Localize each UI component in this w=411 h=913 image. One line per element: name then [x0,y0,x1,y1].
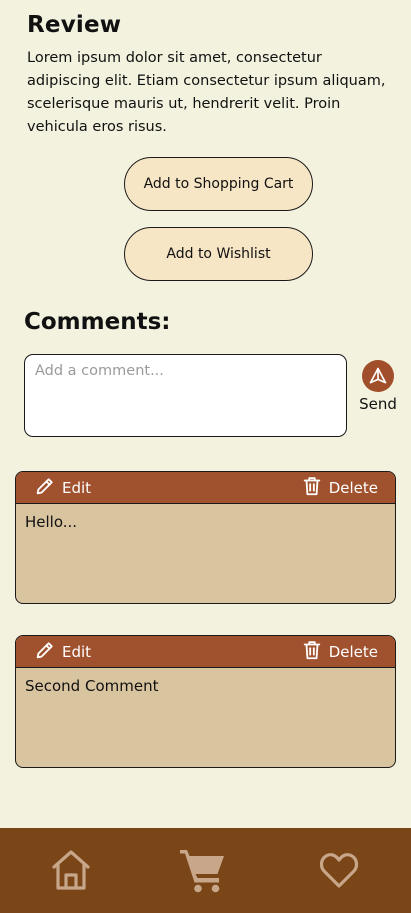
delete-label: Delete [328,642,378,661]
nav-cart-button[interactable] [178,844,228,894]
comment-text: Second Comment [25,677,159,695]
delete-comment-button[interactable]: Delete [301,475,378,501]
review-text: Lorem ipsum dolor sit amet, consectetur … [27,50,386,135]
edit-comment-button[interactable]: Edit [34,475,91,501]
comments-heading: Comments: [24,309,171,335]
nav-home-button[interactable] [49,848,93,892]
edit-comment-button[interactable]: Edit [34,639,91,665]
comment-card: Edit Delete Second Comment [15,635,396,768]
comment-card: Edit Delete Hello... [15,471,396,604]
comment-card-header: Edit Delete [16,636,395,668]
add-to-wishlist-button[interactable]: Add to Wishlist [124,227,313,281]
edit-label: Edit [62,478,92,497]
delete-label: Delete [328,478,378,497]
cart-icon [180,850,224,893]
trash-icon [301,475,323,501]
edit-label: Edit [62,642,92,661]
comment-card-header: Edit Delete [16,472,395,504]
product-review-screen: Review Lorem ipsum dolor sit amet, conse… [0,0,411,913]
heart-icon [319,853,359,888]
pencil-icon [34,639,56,665]
send-button[interactable]: Send [354,360,402,413]
send-label: Send [359,395,397,413]
comment-input[interactable] [24,354,347,437]
review-heading: Review [27,12,122,38]
add-to-cart-button[interactable]: Add to Shopping Cart [124,157,313,211]
nav-favorites-button[interactable] [318,849,360,891]
delete-comment-button[interactable]: Delete [301,639,378,665]
comment-text: Hello... [25,513,78,531]
pencil-icon [34,475,56,501]
bottom-nav [0,828,411,913]
home-icon [52,850,90,890]
trash-icon [301,639,323,665]
send-arrow-icon [362,360,394,392]
